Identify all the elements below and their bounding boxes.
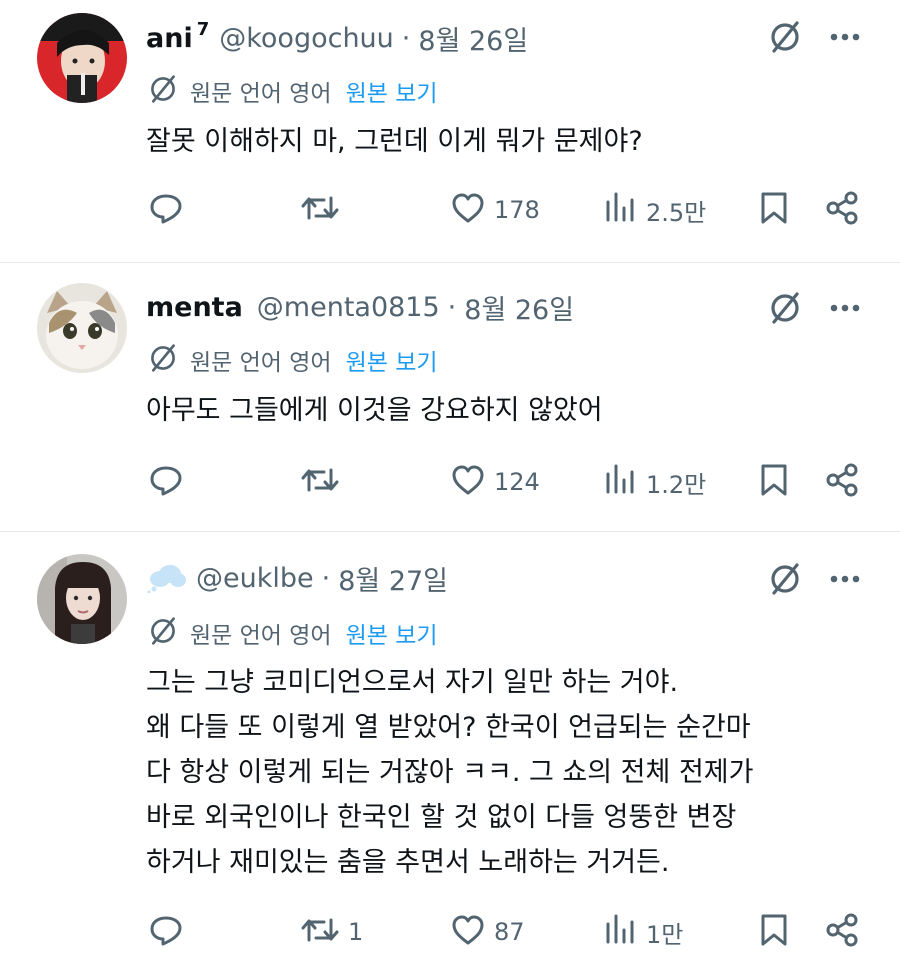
more-dots-icon[interactable] bbox=[830, 304, 860, 312]
like-button[interactable]: 87 bbox=[450, 912, 525, 952]
views-button[interactable]: 2.5만 bbox=[604, 190, 706, 230]
action-bar: 178 2.5만 bbox=[148, 190, 860, 230]
more-dots-icon[interactable] bbox=[830, 33, 860, 41]
separator: · bbox=[321, 562, 331, 594]
reply-icon bbox=[148, 912, 184, 952]
reply-button[interactable] bbox=[148, 190, 184, 230]
translate-icon bbox=[148, 343, 178, 377]
bookmark-icon bbox=[758, 912, 790, 952]
views-button[interactable]: 1만 bbox=[604, 912, 683, 952]
more-dots-icon[interactable] bbox=[830, 575, 860, 583]
tweet-header: ani 7 @koogochuu · 8월 26일 bbox=[146, 18, 528, 58]
heart-icon bbox=[450, 190, 486, 230]
share-icon bbox=[824, 462, 860, 502]
no-symbol-icon[interactable] bbox=[768, 562, 802, 596]
like-button[interactable]: 178 bbox=[450, 190, 540, 230]
user-handle[interactable]: @koogochuu bbox=[219, 23, 394, 54]
views-count: 1.2만 bbox=[646, 470, 707, 499]
views-bar-icon bbox=[604, 912, 638, 952]
tweet-text: 잘못 이해하지 마, 그런데 이게 뭐가 문제야? bbox=[146, 126, 643, 157]
retweet-icon bbox=[300, 462, 340, 502]
share-button[interactable] bbox=[824, 190, 860, 230]
original-language-label: 원문 언어 영어 bbox=[190, 350, 332, 376]
tweet-text: 그는 그냥 코미디언으로서 자기 일만 하는 거야. 왜 다들 또 이렇게 열 … bbox=[146, 667, 754, 878]
bookmark-button[interactable] bbox=[758, 912, 790, 952]
tweet-text: 아무도 그들에게 이것을 강요하지 않았어 bbox=[146, 395, 603, 426]
reply-button[interactable] bbox=[148, 462, 184, 502]
view-original-link[interactable]: 원본 보기 bbox=[346, 74, 438, 108]
translate-icon bbox=[148, 74, 178, 108]
reply-icon bbox=[148, 462, 184, 502]
share-button[interactable] bbox=[824, 912, 860, 952]
tweet-header: @euklbe · 8월 27일 bbox=[146, 558, 448, 598]
post-date[interactable]: 8월 26일 bbox=[464, 288, 574, 327]
retweet-icon bbox=[300, 912, 340, 952]
avatar[interactable] bbox=[37, 13, 127, 103]
no-symbol-icon[interactable] bbox=[768, 20, 802, 54]
avatar[interactable] bbox=[37, 554, 127, 644]
heart-icon bbox=[450, 462, 486, 502]
display-name[interactable]: ani bbox=[146, 23, 193, 54]
tweet-top-icons bbox=[768, 291, 860, 325]
user-handle[interactable]: @euklbe bbox=[196, 563, 314, 594]
views-bar-icon bbox=[604, 462, 638, 502]
original-language-label: 원문 언어 영어 bbox=[190, 81, 332, 107]
heart-icon bbox=[450, 912, 486, 952]
like-count: 178 bbox=[494, 196, 540, 224]
view-original-link[interactable]: 원본 보기 bbox=[346, 343, 438, 377]
post-date[interactable]: 8월 26일 bbox=[418, 19, 528, 58]
retweet-button[interactable] bbox=[300, 190, 348, 230]
retweet-count: 1 bbox=[348, 918, 364, 946]
display-name[interactable]: menta bbox=[146, 292, 243, 323]
bookmark-button[interactable] bbox=[758, 190, 790, 230]
views-button[interactable]: 1.2만 bbox=[604, 462, 706, 502]
post-date[interactable]: 8월 27일 bbox=[338, 559, 448, 598]
tweet-3[interactable]: @euklbe · 8월 27일 원문 언어 영어 원본 보기 그는 그냥 코미… bbox=[0, 532, 900, 979]
original-language-label: 원문 언어 영어 bbox=[190, 623, 332, 649]
cloud-icon bbox=[146, 563, 188, 593]
retweet-button[interactable]: 1 bbox=[300, 912, 363, 952]
avatar[interactable] bbox=[37, 283, 127, 373]
separator: · bbox=[447, 291, 457, 323]
name-badge: 7 bbox=[196, 18, 210, 40]
action-bar: 1 87 1만 bbox=[148, 912, 860, 952]
tweet-2[interactable]: menta @menta0815 · 8월 26일 원문 언어 영어 원본 보기… bbox=[0, 263, 900, 531]
tweet-header: menta @menta0815 · 8월 26일 bbox=[146, 287, 574, 327]
share-icon bbox=[824, 190, 860, 230]
share-button[interactable] bbox=[824, 462, 860, 502]
views-count: 2.5만 bbox=[646, 198, 707, 227]
separator: · bbox=[401, 22, 411, 54]
translation-row: 원문 언어 영어 원본 보기 bbox=[148, 616, 438, 650]
views-count: 1만 bbox=[646, 920, 684, 949]
user-handle[interactable]: @menta0815 bbox=[257, 292, 440, 323]
view-original-link[interactable]: 원본 보기 bbox=[346, 616, 438, 650]
tweet-top-icons bbox=[768, 20, 860, 54]
share-icon bbox=[824, 912, 860, 952]
reply-icon bbox=[148, 190, 184, 230]
bookmark-button[interactable] bbox=[758, 462, 790, 502]
like-count: 87 bbox=[494, 918, 525, 946]
like-button[interactable]: 124 bbox=[450, 462, 540, 502]
like-count: 124 bbox=[494, 468, 540, 496]
retweet-icon bbox=[300, 190, 340, 230]
no-symbol-icon[interactable] bbox=[768, 291, 802, 325]
bookmark-icon bbox=[758, 190, 790, 230]
translate-icon bbox=[148, 616, 178, 650]
bookmark-icon bbox=[758, 462, 790, 502]
views-bar-icon bbox=[604, 190, 638, 230]
action-bar: 124 1.2만 bbox=[148, 462, 860, 502]
tweet-top-icons bbox=[768, 562, 860, 596]
translation-row: 원문 언어 영어 원본 보기 bbox=[148, 74, 438, 108]
retweet-button[interactable] bbox=[300, 462, 348, 502]
reply-button[interactable] bbox=[148, 912, 184, 952]
tweet-1[interactable]: ani 7 @koogochuu · 8월 26일 원문 언어 영어 원본 보기… bbox=[0, 0, 900, 262]
translation-row: 원문 언어 영어 원본 보기 bbox=[148, 343, 438, 377]
